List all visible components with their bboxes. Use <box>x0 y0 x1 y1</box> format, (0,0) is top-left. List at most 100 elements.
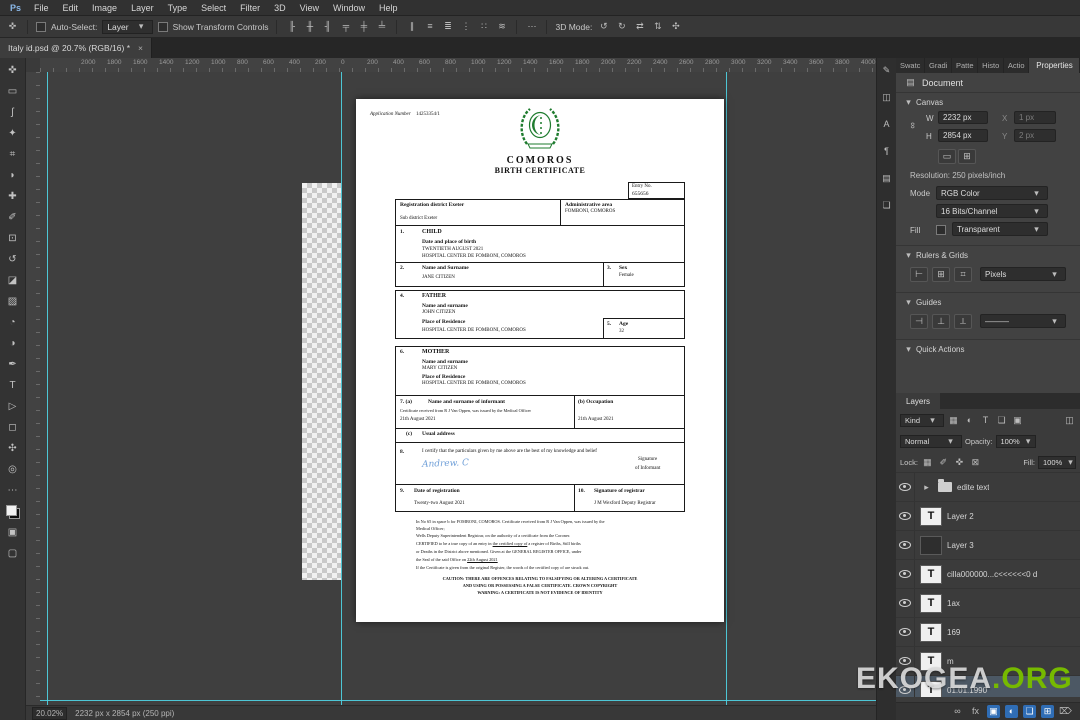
color-mode-select[interactable]: RGB Color ▾ <box>936 186 1048 200</box>
blend-mode-select[interactable]: Normal ▾ <box>900 435 962 448</box>
align-top-edges-icon[interactable]: ╤ <box>339 20 352 33</box>
lock-image-pixels-icon[interactable]: ✐ <box>937 456 950 469</box>
bit-depth-select[interactable]: 16 Bits/Channel ▾ <box>936 204 1048 218</box>
layer-effects-icon[interactable]: fx <box>969 705 982 718</box>
show-transform-checkbox[interactable] <box>157 21 168 32</box>
menu-layer[interactable]: Layer <box>124 3 161 13</box>
new-layer-icon[interactable]: ⊞ <box>1041 705 1054 718</box>
opacity-field[interactable]: 100% ▾ <box>995 435 1036 448</box>
canvas-width-field[interactable]: 2232 px <box>938 111 988 124</box>
layer-row[interactable]: T 1ax <box>896 589 1080 618</box>
align-bottom-edges-icon[interactable]: ╧ <box>375 20 388 33</box>
libraries-panel-icon[interactable]: ❏ <box>880 199 893 212</box>
delete-layer-icon[interactable]: ⌦ <box>1059 705 1072 718</box>
clone-stamp-tool[interactable]: ⊡ <box>2 228 24 249</box>
menu-view[interactable]: View <box>293 3 326 13</box>
distribute-right-icon[interactable]: ≋ <box>495 20 508 33</box>
character-panel-icon[interactable]: A <box>880 118 893 131</box>
menu-select[interactable]: Select <box>194 3 233 13</box>
chevron-down-icon[interactable]: ▾ <box>902 296 915 309</box>
guide-style-select[interactable]: ——— ▾ <box>980 314 1066 328</box>
toggle-snap-button[interactable]: ⌗ <box>954 267 972 282</box>
birth-certificate-document[interactable]: Application Number 14253354/1 COMOROS BI… <box>356 99 724 622</box>
link-dimensions-icon[interactable]: ∞ <box>906 119 919 132</box>
layer-visibility-toggle[interactable] <box>896 560 915 588</box>
new-group-icon[interactable]: ❏ <box>1023 705 1036 718</box>
fill-field[interactable]: 100% ▾ <box>1038 455 1076 469</box>
guide-horizontal[interactable] <box>40 700 876 701</box>
guide-vertical[interactable] <box>726 72 727 705</box>
brush-tool[interactable]: ✐ <box>2 207 24 228</box>
eraser-tool[interactable]: ◪ <box>2 270 24 291</box>
dodge-tool[interactable]: ◑ <box>2 333 24 354</box>
menu-filter[interactable]: Filter <box>233 3 267 13</box>
link-layers-icon[interactable]: ∞ <box>951 705 964 718</box>
layer-visibility-toggle[interactable] <box>896 647 915 675</box>
menu-window[interactable]: Window <box>326 3 372 13</box>
marquee-tool[interactable]: ▭ <box>2 81 24 102</box>
layer-visibility-toggle[interactable] <box>896 531 915 559</box>
distribute-spacing-icon[interactable]: ⋮ <box>459 20 472 33</box>
filter-adjustment-layers-icon[interactable]: ◐ <box>963 414 976 427</box>
tab-properties[interactable]: Properties <box>1029 58 1080 73</box>
tab-swatches[interactable]: Swatc <box>896 58 926 73</box>
layer-visibility-toggle[interactable] <box>896 676 915 697</box>
distribute-left-icon[interactable]: ∷ <box>477 20 490 33</box>
gradient-tool[interactable]: ▨ <box>2 291 24 312</box>
align-horizontal-centers-icon[interactable]: ╫ <box>303 20 316 33</box>
pen-tool[interactable]: ✒ <box>2 354 24 375</box>
lock-transparent-pixels-icon[interactable]: ▦ <box>921 456 934 469</box>
healing-brush-tool[interactable]: ✚ <box>2 186 24 207</box>
type-tool[interactable]: T <box>2 375 24 396</box>
move-tool[interactable]: ✜ <box>2 60 24 81</box>
align-left-edges-icon[interactable]: ╟ <box>285 20 298 33</box>
paragraph-panel-icon[interactable]: ¶ <box>880 145 893 158</box>
guide-vertical[interactable] <box>341 72 342 705</box>
crop-canvas-button[interactable]: ⊞ <box>958 149 976 164</box>
menu-3d[interactable]: 3D <box>267 3 293 13</box>
chevron-down-icon[interactable]: ▾ <box>902 249 915 262</box>
blur-tool[interactable]: ◔ <box>2 312 24 333</box>
chevron-down-icon[interactable]: ▾ <box>902 343 915 356</box>
layer-row[interactable]: T 169 <box>896 618 1080 647</box>
layer-visibility-toggle[interactable] <box>896 618 915 646</box>
guide-vertical[interactable] <box>47 72 48 705</box>
layer-row-group[interactable]: ▸ edite text <box>896 473 1080 502</box>
edit-toolbar-button[interactable]: ⋯ <box>2 480 24 501</box>
filter-toggle-icon[interactable]: ◫ <box>1063 414 1076 427</box>
quick-selection-tool[interactable]: ✦ <box>2 123 24 144</box>
clone-source-panel-icon[interactable]: ◫ <box>880 91 893 104</box>
tab-actions[interactable]: Actio <box>1004 58 1030 73</box>
auto-select-checkbox[interactable] <box>36 21 46 32</box>
fill-select[interactable]: Transparent ▾ <box>952 222 1048 236</box>
layer-visibility-toggle[interactable] <box>896 502 915 530</box>
layer-filter-kind-select[interactable]: Kind ▾ <box>900 413 945 427</box>
align-right-edges-icon[interactable]: ╢ <box>321 20 334 33</box>
crop-tool[interactable]: ⌗ <box>2 144 24 165</box>
filter-type-layers-icon[interactable]: T <box>979 414 992 427</box>
filter-pixel-layers-icon[interactable]: ▦ <box>947 414 960 427</box>
lock-all-icon[interactable]: ⊠ <box>969 456 982 469</box>
3d-orbit-icon[interactable]: ↺ <box>597 20 610 33</box>
distribute-horizontal-icon[interactable]: ≡ <box>423 20 436 33</box>
toggle-guides-button[interactable]: ⊣ <box>910 314 928 329</box>
fill-swatch[interactable] <box>936 225 946 235</box>
filter-smart-objects-icon[interactable]: ▣ <box>1011 414 1024 427</box>
layer-row[interactable]: T cilla000000...c<<<<<<0 d <box>896 560 1080 589</box>
clear-guides-button[interactable]: ⟂ <box>954 314 972 329</box>
add-layer-mask-icon[interactable]: ▣ <box>987 705 1000 718</box>
3d-scale-icon[interactable]: ✣ <box>669 20 682 33</box>
align-options-more-icon[interactable]: ⋯ <box>525 20 538 33</box>
group-caret-icon[interactable]: ▸ <box>920 481 933 494</box>
layer-row[interactable]: Layer 3 <box>896 531 1080 560</box>
zoom-tool[interactable]: ◎ <box>2 459 24 480</box>
rotate-canvas-button[interactable]: ▭ <box>938 149 956 164</box>
layer-row[interactable]: T m <box>896 647 1080 676</box>
vertical-ruler[interactable] <box>26 72 41 705</box>
close-icon[interactable]: × <box>138 43 143 53</box>
auto-select-target-select[interactable]: Layer ▾ <box>102 19 153 34</box>
units-select[interactable]: Pixels ▾ <box>980 267 1066 281</box>
zoom-level-field[interactable]: 20.02% <box>32 706 68 720</box>
toggle-grid-button[interactable]: ⊞ <box>932 267 950 282</box>
menu-image[interactable]: Image <box>85 3 124 13</box>
